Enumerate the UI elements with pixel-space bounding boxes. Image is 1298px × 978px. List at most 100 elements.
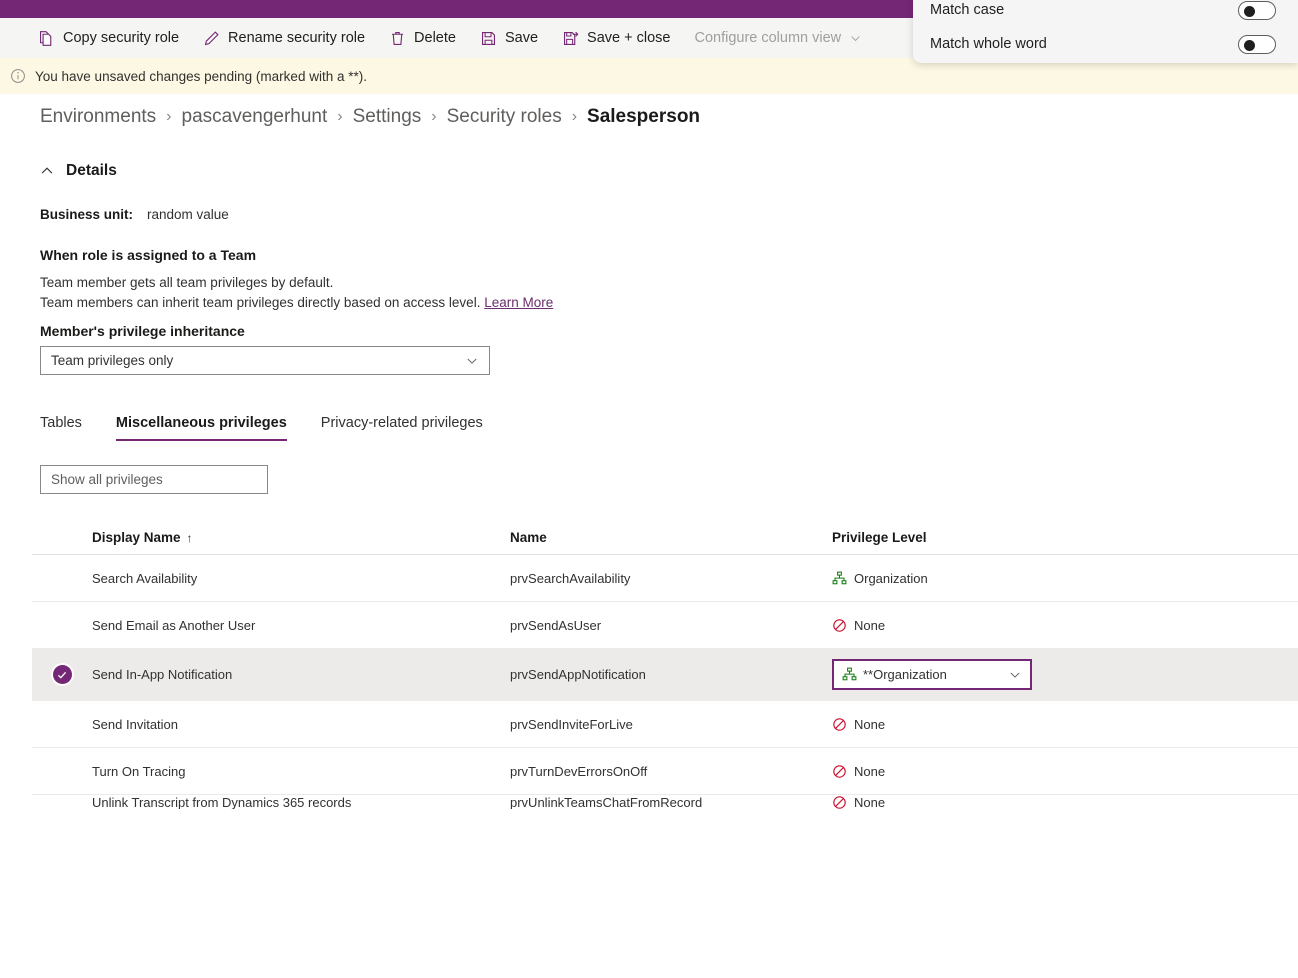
row-name: prvSendAppNotification bbox=[510, 667, 832, 682]
privilege-level-value: None bbox=[832, 618, 1298, 633]
breadcrumb-separator: › bbox=[166, 109, 171, 125]
row-privilege-level-cell[interactable]: None bbox=[832, 618, 1298, 633]
match-whole-word-toggle[interactable] bbox=[1238, 35, 1276, 54]
learn-more-link[interactable]: Learn More bbox=[484, 295, 553, 310]
breadcrumb-item-environments[interactable]: Environments bbox=[40, 106, 156, 128]
row-select-cell[interactable] bbox=[32, 665, 92, 684]
tab-miscellaneous-privileges[interactable]: Miscellaneous privileges bbox=[116, 415, 287, 441]
privilege-level-text: None bbox=[854, 717, 885, 732]
row-name: prvUnlinkTeamsChatFromRecord bbox=[510, 795, 832, 809]
configure-column-view-button[interactable]: Configure column view bbox=[694, 22, 872, 54]
delete-button[interactable]: Delete bbox=[389, 22, 466, 54]
breadcrumb-item-salesperson: Salesperson bbox=[587, 106, 700, 128]
notification-message: You have unsaved changes pending (marked… bbox=[35, 69, 367, 84]
breadcrumb-item-settings[interactable]: Settings bbox=[353, 106, 422, 128]
row-selected-check-icon bbox=[53, 665, 72, 684]
search-placeholder: Show all privileges bbox=[51, 472, 163, 487]
row-display-name: Turn On Tracing bbox=[92, 764, 510, 779]
privilege-level-text: Organization bbox=[854, 571, 928, 586]
privileges-table: Display Name ↑ Name Privilege Level Searc… bbox=[32, 520, 1298, 809]
match-whole-word-toggle-knob bbox=[1244, 40, 1255, 51]
business-unit-value: random value bbox=[147, 207, 229, 222]
rename-security-role-button[interactable]: Rename security role bbox=[203, 22, 375, 54]
organization-icon bbox=[842, 667, 857, 682]
chevron-down-icon bbox=[465, 354, 479, 368]
copy-security-role-label: Copy security role bbox=[63, 31, 179, 46]
row-name: prvSearchAvailability bbox=[510, 571, 832, 586]
privilege-level-text: None bbox=[854, 795, 885, 809]
match-whole-word-row: Match whole word bbox=[913, 24, 1298, 64]
none-icon bbox=[832, 795, 847, 809]
tab-privacy-related-privileges[interactable]: Privacy-related privileges bbox=[321, 415, 483, 441]
team-description-line-2-text: Team members can inherit team privileges… bbox=[40, 295, 480, 310]
row-name: prvSendAsUser bbox=[510, 618, 832, 633]
rename-security-role-label: Rename security role bbox=[228, 31, 365, 46]
privilege-level-selected-value: **Organization bbox=[863, 667, 1008, 682]
table-row[interactable]: Send Email as Another User prvSendAsUser… bbox=[32, 602, 1298, 649]
row-display-name: Send In-App Notification bbox=[92, 667, 510, 682]
column-header-name[interactable]: Name bbox=[510, 530, 832, 545]
breadcrumb-separator: › bbox=[337, 109, 342, 125]
find-options-panel: Match case Match whole word bbox=[913, 0, 1298, 63]
team-description-line-1: Team member gets all team privileges by … bbox=[40, 275, 333, 290]
none-icon bbox=[832, 618, 847, 633]
details-section-header[interactable]: Details bbox=[40, 162, 117, 180]
copy-security-role-button[interactable]: Copy security role bbox=[38, 22, 189, 54]
breadcrumb: Environments › pascavengerhunt › Setting… bbox=[40, 106, 700, 128]
privilege-level-value: None bbox=[832, 717, 1298, 732]
match-case-toggle[interactable] bbox=[1238, 1, 1276, 20]
column-header-display-name-label: Display Name bbox=[92, 530, 181, 545]
row-name: prvTurnDevErrorsOnOff bbox=[510, 764, 832, 779]
sort-ascending-icon: ↑ bbox=[187, 531, 193, 545]
organization-icon bbox=[832, 571, 847, 586]
privilege-level-value: Organization bbox=[832, 571, 1298, 586]
search-input[interactable]: Show all privileges bbox=[40, 465, 268, 494]
row-privilege-level-cell[interactable]: **Organization bbox=[832, 659, 1298, 690]
match-whole-word-label: Match whole word bbox=[930, 36, 1047, 52]
row-display-name: Search Availability bbox=[92, 571, 510, 586]
pencil-icon bbox=[203, 30, 220, 47]
privilege-level-value: None bbox=[832, 795, 1298, 809]
trash-icon bbox=[389, 30, 406, 47]
column-header-privilege-level[interactable]: Privilege Level bbox=[832, 530, 1298, 545]
business-unit-label: Business unit: bbox=[40, 207, 133, 222]
row-privilege-level-cell[interactable]: None bbox=[832, 795, 1298, 809]
configure-column-view-label: Configure column view bbox=[694, 31, 841, 46]
row-privilege-level-cell[interactable]: None bbox=[832, 764, 1298, 779]
match-case-label: Match case bbox=[930, 2, 1004, 18]
save-icon bbox=[480, 30, 497, 47]
privileges-tablist: Tables Miscellaneous privileges Privacy-… bbox=[40, 415, 517, 441]
check-icon bbox=[56, 669, 68, 681]
privilege-inheritance-label: Member's privilege inheritance bbox=[40, 323, 245, 339]
team-assignment-heading: When role is assigned to a Team bbox=[40, 247, 256, 263]
save-and-close-button[interactable]: Save + close bbox=[562, 22, 680, 54]
table-row[interactable]: Turn On Tracing prvTurnDevErrorsOnOff No… bbox=[32, 748, 1298, 795]
table-header-row: Display Name ↑ Name Privilege Level bbox=[32, 520, 1298, 555]
delete-label: Delete bbox=[414, 31, 456, 46]
breadcrumb-item-pascavengerhunt[interactable]: pascavengerhunt bbox=[182, 106, 328, 128]
save-and-close-label: Save + close bbox=[587, 31, 670, 46]
privilege-inheritance-value: Team privileges only bbox=[51, 353, 465, 368]
breadcrumb-item-security-roles[interactable]: Security roles bbox=[447, 106, 562, 128]
chevron-down-icon bbox=[1008, 668, 1022, 682]
breadcrumb-separator: › bbox=[431, 109, 436, 125]
privilege-inheritance-dropdown[interactable]: Team privileges only bbox=[40, 346, 490, 375]
row-privilege-level-cell[interactable]: None bbox=[832, 717, 1298, 732]
table-row[interactable]: Unlink Transcript from Dynamics 365 reco… bbox=[32, 795, 1298, 809]
privilege-level-text: None bbox=[854, 764, 885, 779]
business-unit-field: Business unit: random value bbox=[40, 207, 229, 222]
row-privilege-level-cell[interactable]: Organization bbox=[832, 571, 1298, 586]
info-circle-icon bbox=[10, 68, 26, 84]
table-row[interactable]: Send In-App Notification prvSendAppNotif… bbox=[32, 649, 1298, 701]
column-header-display-name[interactable]: Display Name ↑ bbox=[92, 530, 510, 545]
table-row[interactable]: Send Invitation prvSendInviteForLive Non… bbox=[32, 701, 1298, 748]
none-icon bbox=[832, 764, 847, 779]
privilege-level-value: None bbox=[832, 764, 1298, 779]
table-row[interactable]: Search Availability prvSearchAvailabilit… bbox=[32, 555, 1298, 602]
save-close-icon bbox=[562, 30, 579, 47]
privilege-level-dropdown[interactable]: **Organization bbox=[832, 659, 1032, 690]
tab-tables[interactable]: Tables bbox=[40, 415, 82, 441]
row-name: prvSendInviteForLive bbox=[510, 717, 832, 732]
chevron-down-icon bbox=[849, 32, 862, 45]
save-button[interactable]: Save bbox=[480, 22, 548, 54]
